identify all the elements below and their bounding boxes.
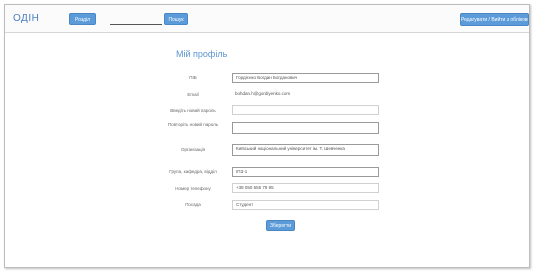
email-field[interactable]: bohdan.h@gordiyenko.com	[232, 90, 379, 100]
top-navigation-bar: ОДІН Розділ Пошук Редагувати / Вийти з о…	[5, 5, 529, 33]
group-field[interactable]: ІПЗ-1	[232, 167, 379, 177]
position-label: Посада	[185, 202, 201, 207]
page-title: Мій профіль	[176, 49, 228, 59]
search-input[interactable]	[110, 19, 162, 25]
logout-button[interactable]: Редагувати / Вийти з облікового запису	[460, 13, 529, 26]
app-window: ОДІН Розділ Пошук Редагувати / Вийти з о…	[4, 4, 530, 268]
search-button[interactable]: Пошук	[164, 13, 188, 25]
organization-field[interactable]: Київський національний університет ім. Т…	[232, 144, 379, 156]
app-title: ОДІН	[13, 13, 40, 24]
full-name-label: ПІБ	[189, 75, 197, 80]
email-label: Email	[187, 92, 199, 97]
new-password-field[interactable]	[232, 105, 379, 115]
new-password-label: Введіть новий пароль	[170, 108, 216, 113]
position-field[interactable]: Студент	[232, 200, 379, 210]
organization-label: Організація	[180, 147, 206, 152]
nav-button[interactable]: Розділ	[69, 13, 96, 25]
phone-field[interactable]: +38 050 655 78 95	[232, 183, 379, 193]
group-label: Група, кафедра, відділ	[169, 169, 217, 174]
confirm-password-field[interactable]	[232, 122, 379, 134]
save-button[interactable]: Зберегти	[266, 220, 295, 231]
full-name-field[interactable]: Гордієнко Богдан Богданович	[232, 73, 379, 83]
confirm-password-label: Повторіть новий пароль	[167, 122, 219, 127]
phone-label: Номер телефону	[175, 186, 211, 191]
